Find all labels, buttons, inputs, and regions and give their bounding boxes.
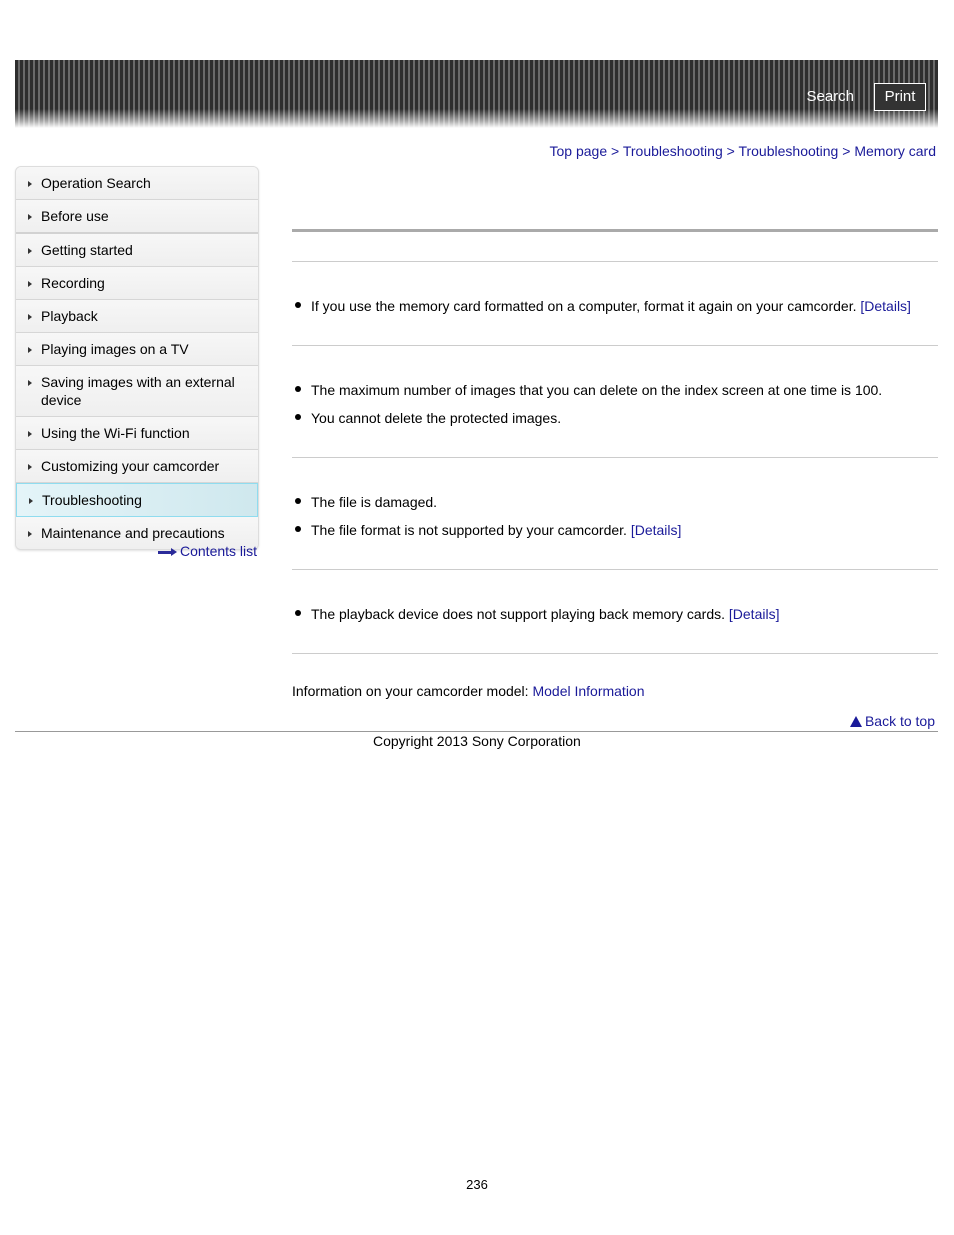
sidebar-item-label: Customizing your camcorder xyxy=(41,458,220,474)
section-divider xyxy=(292,653,938,654)
sidebar-item-playback[interactable]: Playback xyxy=(16,300,258,333)
list-item-text: The file format is not supported by your… xyxy=(311,522,627,538)
breadcrumb-memory-card[interactable]: Memory card xyxy=(854,143,936,159)
list-item: The maximum number of images that you ca… xyxy=(295,381,882,399)
list-item: You cannot delete the protected images. xyxy=(295,409,561,427)
bullet-icon xyxy=(295,526,301,533)
list-item-text: The maximum number of images that you ca… xyxy=(311,382,883,398)
back-to-top-link[interactable]: Back to top xyxy=(849,713,935,729)
model-information-link[interactable]: Model Information xyxy=(532,683,644,699)
sidebar-item-label: Before use xyxy=(41,208,109,224)
breadcrumb-troubleshooting-1[interactable]: Troubleshooting xyxy=(623,143,723,159)
arrow-right-icon xyxy=(28,248,32,254)
list-item-text: The file is damaged. xyxy=(311,494,438,510)
arrow-right-icon xyxy=(28,531,32,537)
section-divider xyxy=(292,569,938,570)
triangle-up-icon xyxy=(849,716,862,727)
bullet-icon xyxy=(295,302,301,309)
title-divider xyxy=(292,229,938,232)
breadcrumb-top-page[interactable]: Top page xyxy=(550,143,608,159)
sidebar-item-label: Playback xyxy=(41,308,98,324)
breadcrumb: Top page > Troubleshooting > Troubleshoo… xyxy=(550,143,936,159)
sidebar-item-customizing[interactable]: Customizing your camcorder xyxy=(16,450,258,483)
sidebar-item-getting-started[interactable]: Getting started xyxy=(16,234,258,267)
details-link[interactable]: [Details] xyxy=(631,522,682,538)
sidebar-item-label: Maintenance and precautions xyxy=(41,525,225,541)
sidebar-item-label: Recording xyxy=(41,275,105,291)
sidebar-item-wifi[interactable]: Using the Wi-Fi function xyxy=(16,417,258,450)
section-divider xyxy=(292,345,938,346)
sidebar-nav: Operation Search Before use Getting star… xyxy=(15,166,259,550)
arrow-right-icon xyxy=(158,547,178,557)
sidebar-item-label: Operation Search xyxy=(41,175,151,191)
bullet-icon xyxy=(295,386,301,393)
bullet-icon xyxy=(295,610,301,617)
arrow-right-icon xyxy=(28,380,32,386)
arrow-right-icon xyxy=(28,281,32,287)
model-info-label: Information on your camcorder model: xyxy=(292,683,529,699)
sidebar-item-label: Using the Wi-Fi function xyxy=(41,425,190,441)
list-item: If you use the memory card formatted on … xyxy=(295,297,911,315)
list-item-text: The playback device does not support pla… xyxy=(311,606,725,622)
arrow-right-icon xyxy=(28,431,32,437)
sidebar-item-saving-images[interactable]: Saving images with an external device xyxy=(16,366,258,417)
list-item-text: If you use the memory card formatted on … xyxy=(311,298,857,314)
arrow-right-icon xyxy=(29,498,33,504)
copyright: Copyright 2013 Sony Corporation xyxy=(373,733,581,749)
model-info-line: Information on your camcorder model: Mod… xyxy=(292,683,645,699)
arrow-right-icon xyxy=(28,314,32,320)
arrow-right-icon xyxy=(28,464,32,470)
sidebar-item-playing-on-tv[interactable]: Playing images on a TV xyxy=(16,333,258,366)
section-divider xyxy=(292,457,938,458)
print-button[interactable]: Print xyxy=(874,83,926,111)
search-link[interactable]: Search xyxy=(806,88,854,105)
breadcrumb-separator: > xyxy=(726,143,735,159)
sidebar-item-troubleshooting[interactable]: Troubleshooting xyxy=(16,483,258,517)
sidebar-item-recording[interactable]: Recording xyxy=(16,267,258,300)
arrow-right-icon xyxy=(28,181,32,187)
arrow-right-icon xyxy=(28,214,32,220)
sidebar-item-before-use[interactable]: Before use xyxy=(16,200,258,234)
bullet-icon xyxy=(295,498,301,505)
bullet-icon xyxy=(295,414,301,421)
breadcrumb-separator: > xyxy=(611,143,620,159)
breadcrumb-separator: > xyxy=(842,143,851,159)
contents-list-label: Contents list xyxy=(180,543,258,559)
sidebar-item-label: Playing images on a TV xyxy=(41,341,189,357)
list-item: The file format is not supported by your… xyxy=(295,521,681,539)
arrow-right-icon xyxy=(28,347,32,353)
contents-list-link[interactable]: Contents list xyxy=(158,543,257,559)
sidebar-item-label: Troubleshooting xyxy=(42,492,142,508)
list-item: The file is damaged. xyxy=(295,493,437,511)
header-bar: Search Print xyxy=(15,60,938,128)
details-link[interactable]: [Details] xyxy=(729,606,780,622)
section-divider xyxy=(292,261,938,262)
sidebar-item-operation-search[interactable]: Operation Search xyxy=(16,167,258,200)
sidebar-item-label: Saving images with an external device xyxy=(41,374,235,408)
list-item: The playback device does not support pla… xyxy=(295,605,779,623)
sidebar-item-label: Getting started xyxy=(41,242,133,258)
page-number: 236 xyxy=(466,1177,488,1192)
breadcrumb-troubleshooting-2[interactable]: Troubleshooting xyxy=(738,143,838,159)
list-item-text: You cannot delete the protected images. xyxy=(311,410,562,426)
details-link[interactable]: [Details] xyxy=(860,298,911,314)
footer-divider xyxy=(15,731,938,732)
back-to-top-label: Back to top xyxy=(864,713,935,729)
